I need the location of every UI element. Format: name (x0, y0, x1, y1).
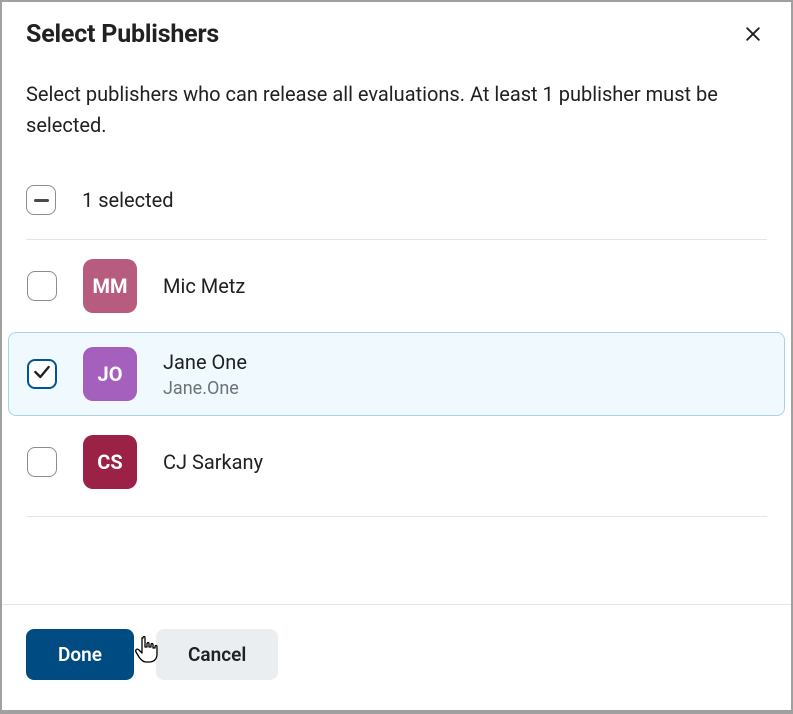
divider (26, 516, 767, 517)
modal-description: Select publishers who can release all ev… (2, 51, 791, 141)
list-item[interactable]: MM Mic Metz (8, 244, 785, 328)
modal-header: Select Publishers (2, 2, 791, 51)
select-all-checkbox[interactable] (26, 185, 56, 215)
modal-footer: Done Cancel (2, 604, 791, 710)
publisher-checkbox[interactable] (27, 359, 57, 389)
publisher-info: Mic Metz (163, 274, 245, 298)
avatar: JO (83, 347, 137, 401)
publisher-info: CJ Sarkany (163, 450, 263, 474)
publisher-name: Mic Metz (163, 274, 245, 298)
publisher-name: Jane One (163, 350, 247, 374)
selection-count: 1 selected (82, 188, 174, 212)
modal-title: Select Publishers (26, 20, 219, 49)
selection-summary: 1 selected (2, 141, 791, 239)
list-item[interactable]: JO Jane One Jane.One (8, 332, 785, 416)
avatar: CS (83, 435, 137, 489)
publisher-info: Jane One Jane.One (163, 350, 247, 399)
checkmark-icon (32, 362, 52, 386)
select-publishers-modal: Select Publishers Select publishers who … (2, 2, 791, 710)
publisher-name: CJ Sarkany (163, 450, 263, 474)
publisher-checkbox[interactable] (27, 447, 57, 477)
publisher-checkbox[interactable] (27, 271, 57, 301)
avatar: MM (83, 259, 137, 313)
publisher-username: Jane.One (163, 378, 247, 399)
cancel-button[interactable]: Cancel (156, 629, 278, 680)
indeterminate-icon (34, 199, 49, 202)
list-item[interactable]: CS CJ Sarkany (8, 420, 785, 504)
close-button[interactable] (739, 20, 767, 51)
publisher-list: MM Mic Metz JO Jane One Jane.One CS (2, 240, 791, 508)
close-icon (743, 24, 763, 47)
done-button[interactable]: Done (26, 629, 134, 680)
